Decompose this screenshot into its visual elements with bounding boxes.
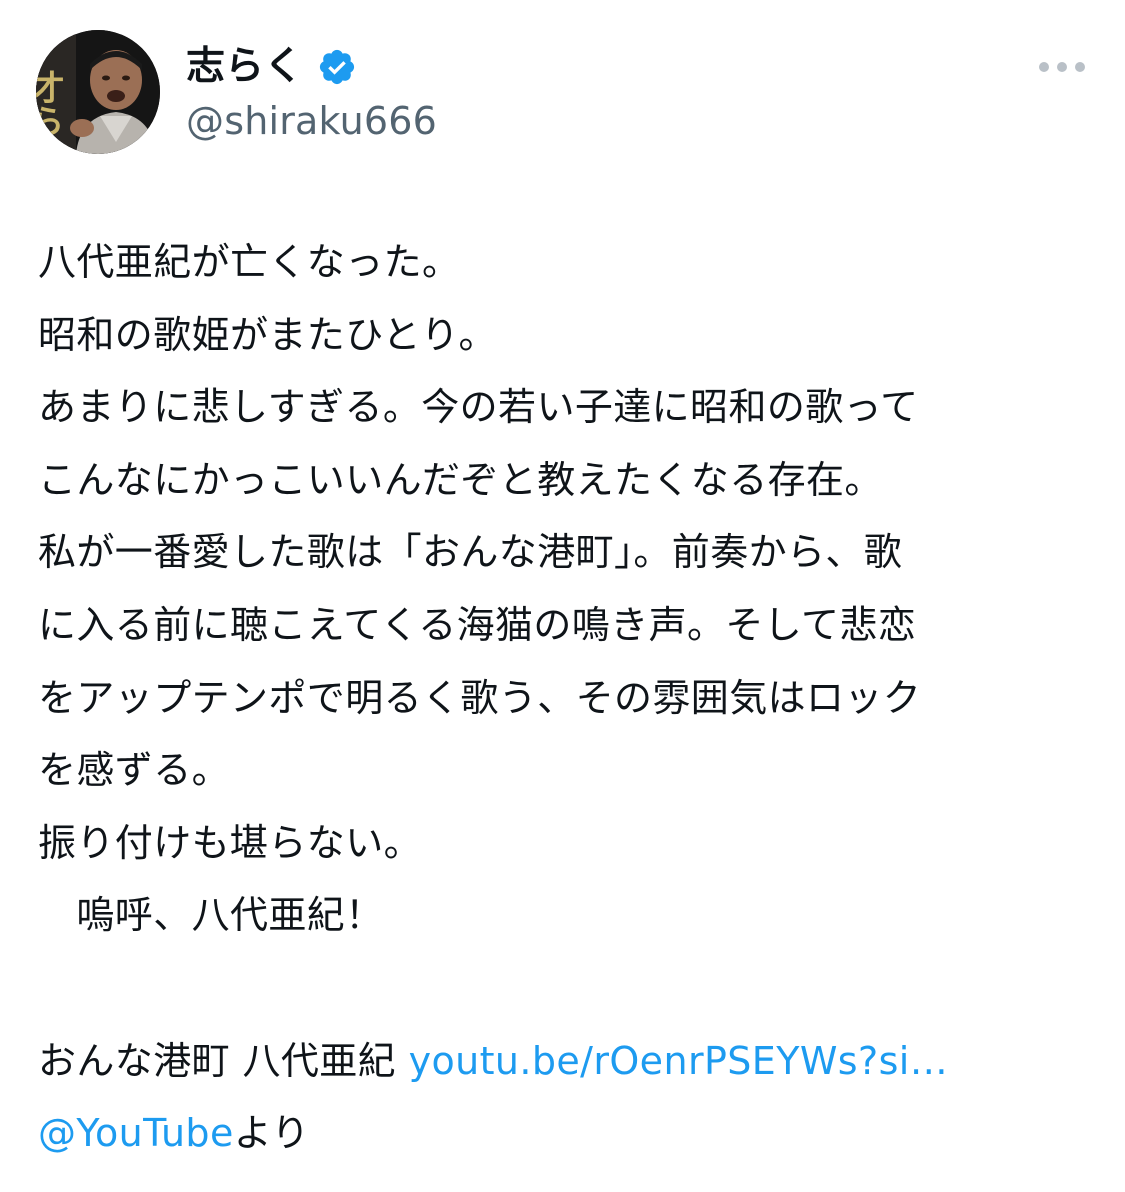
more-horizontal-icon xyxy=(1039,62,1085,72)
more-options-button[interactable] xyxy=(1034,48,1090,86)
tweet-line: 振り付けも堪らない。 xyxy=(38,820,423,865)
display-name[interactable]: 志らく xyxy=(186,38,303,96)
youtube-mention[interactable]: @YouTube xyxy=(38,1111,234,1155)
tweet-line: あまりに悲しすぎる。今の若い子達に昭和の歌って xyxy=(38,385,919,430)
tweet-line: をアップテンポで明るく歌う、その雰囲気はロック xyxy=(38,675,922,720)
author-info: 志らく @shiraku666 xyxy=(186,38,437,144)
mention-line: @YouTubeより xyxy=(38,1097,1088,1170)
share-line: おんな港町 八代亜紀 youtu.be/rOenrPSEYWs?si… xyxy=(38,1025,1088,1098)
tweet-card: 才らく 志らく @shiraku666 xyxy=(0,0,1125,1192)
tweet-line: 嗚呼、八代亜紀！ xyxy=(38,893,384,938)
tweet-line: こんなにかっこいいんだぞと教えたくなる存在。 xyxy=(38,457,883,502)
tweet-line: に入る前に聴こえてくる海猫の鳴き声。そして悲恋 xyxy=(38,602,917,647)
mention-suffix: より xyxy=(233,1111,310,1156)
tweet-line: 昭和の歌姫がまたひとり。 xyxy=(38,312,497,357)
tweet-line: 私が一番愛した歌は「おんな港町」。前奏から、歌 xyxy=(38,530,903,575)
youtube-link[interactable]: youtu.be/rOenrPSEYWs?si… xyxy=(409,1039,949,1083)
tweet-text: 八代亜紀が亡くなった。 昭和の歌姫がまたひとり。 あまりに悲しすぎる。今の若い子… xyxy=(38,226,1088,1170)
avatar[interactable]: 才らく xyxy=(36,30,160,154)
verified-badge-icon xyxy=(317,47,357,87)
name-row: 志らく xyxy=(186,38,437,96)
tweet-line: 八代亜紀が亡くなった。 xyxy=(38,240,461,284)
user-handle[interactable]: @shiraku666 xyxy=(186,98,437,144)
avatar-image: 才らく xyxy=(36,30,160,154)
share-text: おんな港町 八代亜紀 xyxy=(38,1038,409,1083)
avatar-sign-text: 才らく xyxy=(36,70,64,154)
tweet-line: を感ずる。 xyxy=(38,748,231,793)
